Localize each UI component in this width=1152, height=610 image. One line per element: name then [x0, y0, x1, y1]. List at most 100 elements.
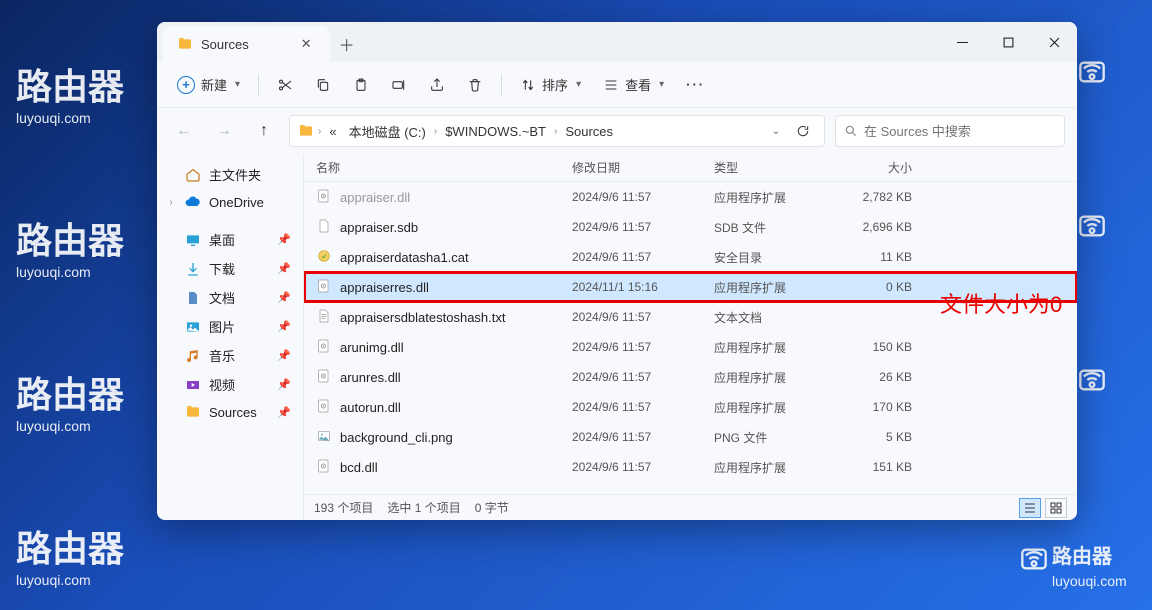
paste-button[interactable]	[345, 73, 377, 97]
breadcrumb-prefix[interactable]: «	[325, 122, 340, 141]
view-details-button[interactable]	[1019, 498, 1041, 518]
nav-music[interactable]: 音乐📌	[161, 341, 299, 370]
chevron-down-icon: ▾	[576, 79, 581, 90]
pin-icon: 📌	[277, 349, 291, 362]
picture-icon	[185, 319, 201, 335]
file-size: 170 KB	[834, 400, 912, 414]
scissors-icon	[277, 77, 293, 93]
cloud-icon	[185, 194, 201, 210]
nav-desktop[interactable]: 桌面📌	[161, 225, 299, 254]
file-name: arunres.dll	[340, 370, 401, 385]
address-bar: ← → ↑ › « 本地磁盘 (C:) › $WINDOWS.~BT › Sou…	[157, 108, 1077, 154]
file-icon	[316, 218, 332, 237]
new-tab-button[interactable]: ＋	[330, 26, 364, 62]
nav-downloads[interactable]: 下载📌	[161, 254, 299, 283]
file-icon	[316, 278, 332, 297]
nav-sources[interactable]: Sources📌	[161, 399, 299, 425]
view-button[interactable]: 查看 ▾	[595, 71, 672, 98]
nav-documents[interactable]: 文档📌	[161, 283, 299, 312]
desktop-icon	[185, 232, 201, 248]
up-button[interactable]: ↑	[249, 116, 279, 146]
sort-icon	[520, 77, 536, 93]
minimize-button[interactable]	[939, 22, 985, 62]
sort-button[interactable]: 排序 ▾	[512, 71, 589, 98]
pin-icon: 📌	[277, 320, 291, 333]
table-row[interactable]: background_cli.png2024/9/6 11:57PNG 文件5 …	[304, 422, 1077, 452]
nav-pictures[interactable]: 图片📌	[161, 312, 299, 341]
file-name: appraiser.dll	[340, 190, 410, 205]
table-row[interactable]: arunimg.dll2024/9/6 11:57应用程序扩展150 KB	[304, 332, 1077, 362]
folder-icon	[185, 404, 201, 420]
forward-button[interactable]: →	[209, 116, 239, 146]
copy-button[interactable]	[307, 73, 339, 97]
share-button[interactable]	[421, 73, 453, 97]
file-size: 2,696 KB	[834, 220, 912, 234]
table-row[interactable]: arunres.dll2024/9/6 11:57应用程序扩展26 KB	[304, 362, 1077, 392]
file-type: 文本文档	[714, 309, 834, 326]
file-date: 2024/9/6 11:57	[572, 340, 714, 354]
breadcrumb-seg1[interactable]: $WINDOWS.~BT	[441, 122, 550, 141]
delete-button[interactable]	[459, 73, 491, 97]
chevron-down-icon: ▾	[235, 79, 240, 90]
chevron-down-icon: ▾	[659, 79, 664, 90]
download-icon	[185, 261, 201, 277]
share-icon	[429, 77, 445, 93]
titlebar: Sources ✕ ＋	[157, 22, 1077, 62]
close-button[interactable]	[1031, 22, 1077, 62]
view-icon	[603, 77, 619, 93]
folder-icon	[298, 123, 314, 139]
table-row[interactable]: autorun.dll2024/9/6 11:57应用程序扩展170 KB	[304, 392, 1077, 422]
file-icon	[316, 398, 332, 417]
table-row[interactable]: appraiserdatasha1.cat2024/9/6 11:57安全目录1…	[304, 242, 1077, 272]
file-icon	[316, 338, 332, 357]
nav-onedrive[interactable]: ›OneDrive	[161, 189, 299, 215]
file-name: arunimg.dll	[340, 340, 404, 355]
folder-icon	[177, 36, 193, 52]
file-type: 安全目录	[714, 249, 834, 266]
refresh-button[interactable]	[790, 118, 816, 144]
view-thumbnails-button[interactable]	[1045, 498, 1067, 518]
search-box[interactable]	[835, 115, 1065, 147]
new-button[interactable]: + 新建 ▾	[169, 71, 248, 98]
wm-text: 路由器	[16, 58, 124, 110]
tab-close-icon[interactable]: ✕	[297, 32, 316, 56]
home-icon	[185, 167, 201, 183]
col-name[interactable]: 名称	[316, 159, 572, 176]
col-date[interactable]: 修改日期	[572, 159, 714, 176]
table-row[interactable]: appraiser.sdb2024/9/6 11:57SDB 文件2,696 K…	[304, 212, 1077, 242]
pin-icon: 📌	[277, 262, 291, 275]
nav-home[interactable]: 主文件夹	[161, 160, 299, 189]
tab-sources[interactable]: Sources ✕	[163, 26, 330, 62]
cut-button[interactable]	[269, 73, 301, 97]
col-type[interactable]: 类型	[714, 159, 834, 176]
file-type: 应用程序扩展	[714, 279, 834, 296]
file-date: 2024/9/6 11:57	[572, 460, 714, 474]
table-row[interactable]: bcd.dll2024/9/6 11:57应用程序扩展151 KB	[304, 452, 1077, 482]
breadcrumb-seg2[interactable]: Sources	[561, 122, 617, 141]
more-button[interactable]: ···	[678, 73, 713, 96]
tab-title: Sources	[201, 37, 249, 52]
file-size: 150 KB	[834, 340, 912, 354]
col-size[interactable]: 大小	[834, 159, 912, 176]
file-date: 2024/9/6 11:57	[572, 400, 714, 414]
nav-videos[interactable]: 视频📌	[161, 370, 299, 399]
wm-sub: luyouqi.com	[16, 110, 124, 126]
pin-icon: 📌	[277, 378, 291, 391]
column-headers[interactable]: 名称 修改日期 类型 大小	[304, 154, 1077, 182]
breadcrumb[interactable]: › « 本地磁盘 (C:) › $WINDOWS.~BT › Sources ⌄	[289, 115, 825, 147]
breadcrumb-root[interactable]: 本地磁盘 (C:)	[345, 120, 430, 143]
clipboard-icon	[353, 77, 369, 93]
rename-button[interactable]	[383, 73, 415, 97]
copy-icon	[315, 77, 331, 93]
file-name: appraiserres.dll	[340, 280, 429, 295]
table-row[interactable]: appraiser.dll2024/9/6 11:57应用程序扩展2,782 K…	[304, 182, 1077, 212]
file-date: 2024/11/1 15:16	[572, 280, 714, 294]
file-icon	[316, 248, 332, 267]
breadcrumb-dropdown[interactable]: ⌄	[762, 118, 788, 144]
search-input[interactable]	[864, 124, 1056, 139]
back-button[interactable]: ←	[169, 116, 199, 146]
maximize-button[interactable]	[985, 22, 1031, 62]
document-icon	[185, 290, 201, 306]
file-name: appraiserdatasha1.cat	[340, 250, 469, 265]
navigation-pane: 主文件夹 ›OneDrive 桌面📌 下载📌 文档📌 图片📌 音乐📌 视频📌 S…	[157, 154, 304, 520]
